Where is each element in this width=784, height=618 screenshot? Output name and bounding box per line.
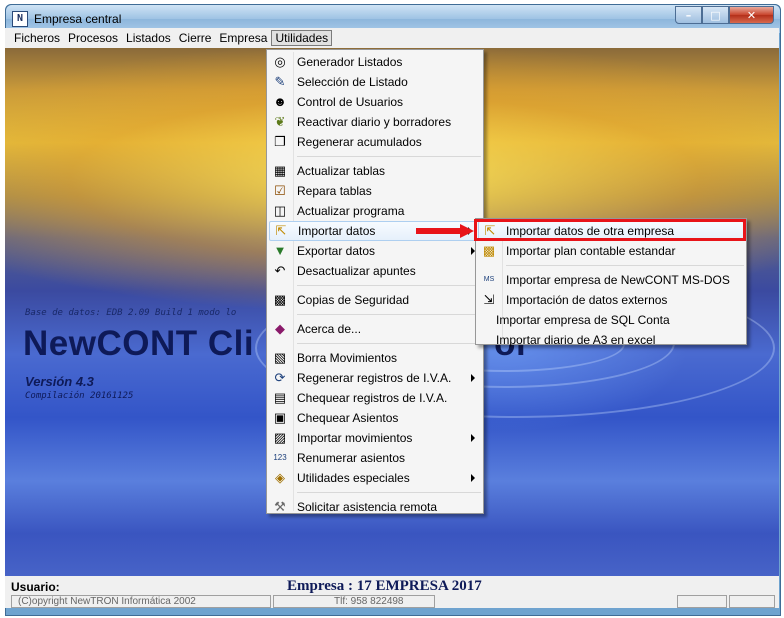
phone-panel: Tlf: 958 822498 bbox=[273, 595, 435, 608]
menu-item-chequear-iva[interactable]: ▤ Chequear registros de I.V.A. bbox=[267, 388, 483, 408]
user-label: Usuario: bbox=[11, 580, 60, 594]
menu-separator bbox=[506, 265, 744, 266]
menu-procesos[interactable]: Procesos bbox=[64, 30, 122, 46]
menu-empresa[interactable]: Empresa bbox=[215, 30, 271, 46]
check-register-icon: ▤ bbox=[273, 390, 287, 405]
minimize-icon: – bbox=[685, 8, 692, 22]
menu-item-actualizar-programa[interactable]: ◫ Actualizar programa bbox=[267, 201, 483, 221]
users-icon: ☻ bbox=[273, 94, 287, 109]
window-icon: ◫ bbox=[273, 203, 287, 218]
tools-icon: ⚒ bbox=[274, 499, 286, 514]
maximize-icon: □ bbox=[710, 8, 721, 22]
database-info: Base de datos: EDB 2.09 Build 1 modo lo bbox=[25, 308, 237, 318]
submenu-item-importacion-externos[interactable]: ⇲ Importación de datos externos bbox=[476, 290, 746, 310]
menu-item-desactualizar-apuntes[interactable]: ↶ Desactualizar apuntes bbox=[267, 261, 483, 281]
import-moves-icon: ▨ bbox=[273, 430, 287, 445]
import-plan-icon: ▩ bbox=[482, 243, 496, 258]
menu-listados[interactable]: Listados bbox=[122, 30, 175, 46]
renumber-icon: 123 bbox=[273, 453, 287, 462]
menu-bar: Ficheros Procesos Listados Cierre Empres… bbox=[5, 28, 779, 48]
company-label: Empresa : 17 EMPRESA 2017 bbox=[287, 578, 482, 594]
backup-icon: ▩ bbox=[273, 292, 287, 307]
menu-item-repara-tablas[interactable]: ☑ Repara tablas bbox=[267, 181, 483, 201]
app-icon[interactable]: N bbox=[12, 11, 28, 27]
menu-item-reactivar-diario[interactable]: ❦ Reactivar diario y borradores bbox=[267, 112, 483, 132]
menu-utilidades[interactable]: Utilidades bbox=[271, 30, 333, 46]
external-data-icon: ⇲ bbox=[483, 292, 495, 307]
menu-separator bbox=[297, 285, 481, 286]
menu-separator bbox=[297, 314, 481, 315]
refresh-icon: ⟳ bbox=[274, 370, 286, 385]
table-icon: ▦ bbox=[273, 163, 287, 178]
submenu-arrow-icon bbox=[471, 374, 475, 382]
menu-item-renumerar-asientos[interactable]: 123 Renumerar asientos bbox=[267, 448, 483, 468]
menu-item-borra-movimientos[interactable]: ▧ Borra Movimientos bbox=[267, 348, 483, 368]
utilidades-menu: ◎ Generador Listados ✎ Selección de Listad… bbox=[266, 49, 484, 514]
menu-item-acerca-de[interactable]: ◆ Acerca de... bbox=[267, 319, 483, 339]
menu-item-asistencia-remota[interactable]: ⚒ Solicitar asistencia remota bbox=[267, 497, 483, 517]
build-text: Compilación 20161125 bbox=[25, 391, 134, 401]
special-icon: ◈ bbox=[275, 470, 285, 485]
menu-item-copias-seguridad[interactable]: ▩ Copias de Seguridad bbox=[267, 290, 483, 310]
app-name-start: NewCONT Cli bbox=[23, 324, 255, 363]
menu-item-regenerar-acumulados[interactable]: ❐ Regenerar acumulados bbox=[267, 132, 483, 152]
highlight-box bbox=[474, 219, 746, 241]
status-bar: Usuario: Empresa : 17 EMPRESA 2017 (C)op… bbox=[5, 576, 779, 608]
close-button[interactable]: ✕ bbox=[729, 6, 774, 24]
copy-icon: ❐ bbox=[274, 134, 286, 149]
submenu-item-importar-plan-contable[interactable]: ▩ Importar plan contable estandar bbox=[476, 241, 746, 261]
menu-separator bbox=[297, 492, 481, 493]
menu-separator bbox=[297, 156, 481, 157]
annotation-arrow-icon bbox=[416, 224, 474, 238]
undo-icon: ↶ bbox=[274, 263, 286, 278]
submenu-item-importar-sql-conta[interactable]: Importar empresa de SQL Conta bbox=[476, 310, 746, 330]
menu-item-chequear-asientos[interactable]: ▣ Chequear Asientos bbox=[267, 408, 483, 428]
menu-item-importar-movimientos[interactable]: ▨ Importar movimientos bbox=[267, 428, 483, 448]
menu-separator bbox=[297, 343, 481, 344]
import-icon: ⇱ bbox=[275, 223, 287, 238]
window-title: Empresa central bbox=[34, 12, 122, 26]
submenu-item-importar-msdos[interactable]: MS Importar empresa de NewCONT MS-DOS bbox=[476, 270, 746, 290]
submenu-arrow-icon bbox=[471, 434, 475, 442]
broom-icon: ❦ bbox=[274, 114, 286, 129]
gem-icon: ◆ bbox=[275, 321, 285, 336]
submenu-arrow-icon bbox=[471, 474, 475, 482]
menu-item-exportar-datos[interactable]: ▼ Exportar datos bbox=[267, 241, 483, 261]
export-icon: ▼ bbox=[273, 243, 287, 258]
menu-item-utilidades-especiales[interactable]: ◈ Utilidades especiales bbox=[267, 468, 483, 488]
status-panel bbox=[677, 595, 727, 608]
msdos-icon: MS bbox=[483, 276, 495, 283]
status-panel bbox=[729, 595, 775, 608]
menu-item-seleccion-listado[interactable]: ✎ Selección de Listado bbox=[267, 72, 483, 92]
menu-item-regenerar-iva[interactable]: ⟳ Regenerar registros de I.V.A. bbox=[267, 368, 483, 388]
menu-item-control-usuarios[interactable]: ☻ Control de Usuarios bbox=[267, 92, 483, 112]
binoculars-icon: ◎ bbox=[274, 54, 286, 69]
menu-item-generador-listados[interactable]: ◎ Generador Listados bbox=[267, 52, 483, 72]
submenu-item-importar-a3-excel[interactable]: Importar diario de A3 en excel bbox=[476, 330, 746, 350]
menu-cierre[interactable]: Cierre bbox=[175, 30, 216, 46]
version-text: Versión 4.3 bbox=[25, 374, 94, 389]
list-search-icon: ✎ bbox=[274, 74, 286, 89]
clipboard-check-icon: ☑ bbox=[274, 183, 286, 198]
close-icon: ✕ bbox=[746, 8, 757, 22]
minimize-button[interactable]: – bbox=[675, 6, 702, 24]
copyright-panel: (C)opyright NewTRON Informática 2002 bbox=[11, 595, 271, 608]
trash-icon: ▧ bbox=[273, 350, 287, 365]
menu-ficheros[interactable]: Ficheros bbox=[10, 30, 64, 46]
window-controls: – □ ✕ bbox=[675, 6, 774, 24]
menu-item-actualizar-tablas[interactable]: ▦ Actualizar tablas bbox=[267, 161, 483, 181]
check-entries-icon: ▣ bbox=[273, 410, 287, 425]
maximize-button[interactable]: □ bbox=[702, 6, 729, 24]
